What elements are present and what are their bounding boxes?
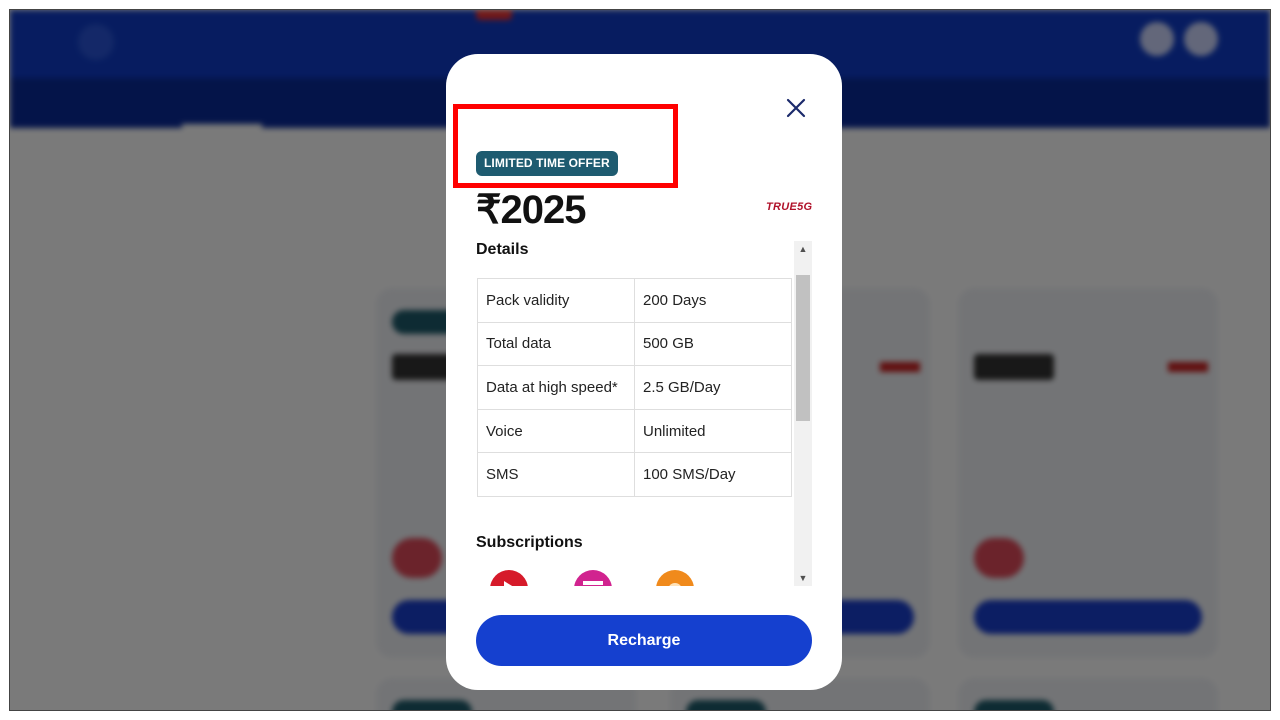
cinema-app-icon[interactable] bbox=[574, 570, 612, 586]
plan-price: ₹2025 bbox=[476, 188, 586, 232]
cloud-app-icon[interactable] bbox=[656, 570, 694, 586]
detail-value: Unlimited bbox=[634, 408, 792, 454]
details-scroll-area[interactable]: Details Pack validity 200 Days Total dat… bbox=[476, 241, 812, 586]
detail-value: 100 SMS/Day bbox=[634, 452, 792, 497]
detail-value: 2.5 GB/Day bbox=[634, 365, 792, 410]
detail-label: SMS bbox=[477, 452, 635, 497]
true5g-tag: TRUE5G bbox=[766, 201, 813, 213]
table-row: Data at high speed* 2.5 GB/Day bbox=[477, 365, 792, 410]
details-heading: Details bbox=[476, 241, 529, 258]
scroll-down-arrow-icon[interactable]: ▼ bbox=[794, 570, 812, 586]
scrollbar-thumb[interactable] bbox=[796, 275, 810, 421]
subscriptions-heading: Subscriptions bbox=[476, 534, 583, 551]
plan-details-table: Pack validity 200 Days Total data 500 GB… bbox=[477, 278, 792, 497]
detail-label: Voice bbox=[477, 408, 635, 454]
table-row: Total data 500 GB bbox=[477, 321, 792, 367]
scrollbar[interactable]: ▲ ▼ bbox=[794, 241, 812, 586]
limited-offer-badge: LIMITED TIME OFFER bbox=[476, 151, 618, 176]
detail-label: Total data bbox=[477, 321, 635, 367]
table-row: Pack validity 200 Days bbox=[477, 278, 792, 323]
detail-value: 500 GB bbox=[634, 321, 792, 367]
detail-label: Pack validity bbox=[477, 278, 635, 323]
close-icon[interactable] bbox=[782, 94, 810, 122]
page-frame: LIMITED TIME OFFER ₹2025 TRUE5G Details … bbox=[10, 10, 1270, 710]
table-row: Voice Unlimited bbox=[477, 408, 792, 454]
detail-value: 200 Days bbox=[634, 278, 792, 323]
video-app-icon[interactable] bbox=[490, 570, 528, 586]
detail-label: Data at high speed* bbox=[477, 365, 635, 410]
recharge-button[interactable]: Recharge bbox=[476, 615, 812, 666]
plan-details-modal: LIMITED TIME OFFER ₹2025 TRUE5G Details … bbox=[446, 54, 842, 690]
scroll-up-arrow-icon[interactable]: ▲ bbox=[794, 241, 812, 257]
table-row: SMS 100 SMS/Day bbox=[477, 452, 792, 497]
